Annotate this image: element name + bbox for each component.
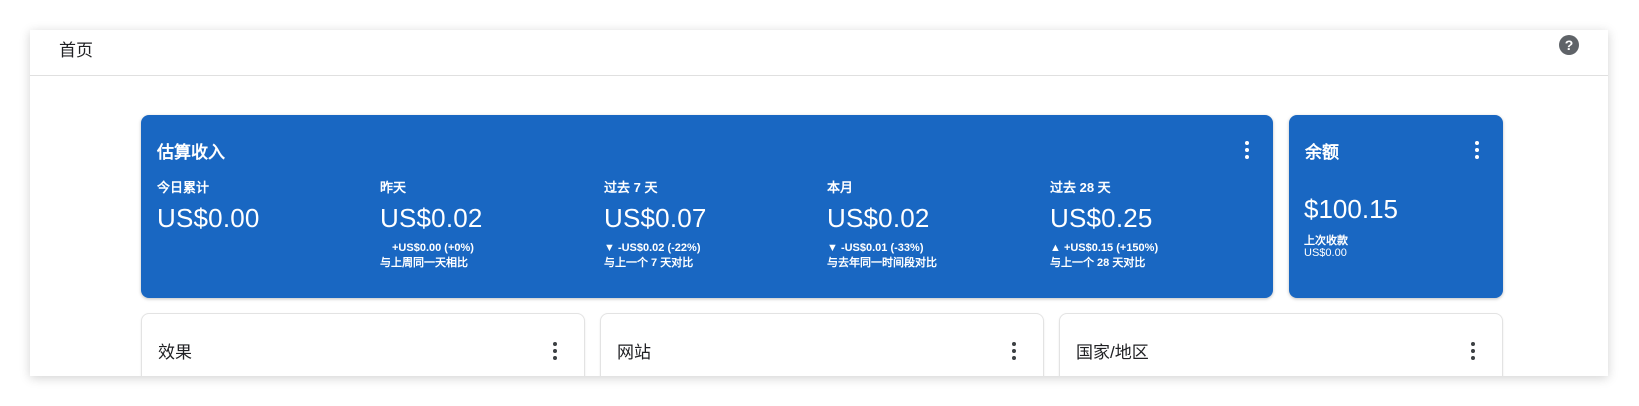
metric-yesterday: 昨天 US$0.02 +US$0.00 (+0%) 与上周同一天相比 (380, 177, 603, 271)
more-options-icon[interactable] (1241, 141, 1253, 159)
metric-label: 本月 (827, 180, 854, 195)
metric-change: ▲ +US$0.15 (+150%) (1050, 242, 1159, 254)
last-payment-label: 上次收款 (1304, 235, 1348, 247)
metric-compare: 与去年同一时间段对比 (827, 257, 937, 269)
metric-value: US$0.00 (157, 203, 260, 233)
metric-change: ▼ -US$0.01 (-33%) (827, 242, 924, 254)
metric-label: 过去 28 天 (1050, 180, 1111, 195)
metric-last-28-days: 过去 28 天 US$0.25 ▲ +US$0.15 (+150%) 与上一个 … (1050, 177, 1273, 271)
estimated-earnings-card: 估算收入 今日累计 US$0.00 昨天 US$0.02 +US$0.00 (+… (141, 115, 1273, 298)
more-options-icon[interactable] (1467, 342, 1479, 360)
metric-change: ▼ -US$0.02 (-22%) (604, 242, 701, 254)
metric-label: 昨天 (380, 180, 407, 195)
help-icon[interactable]: ? (1559, 35, 1579, 55)
metric-value: US$0.25 (1050, 203, 1153, 233)
card-title: 估算收入 (157, 143, 225, 162)
countries-card: 国家/地区 (1059, 313, 1503, 376)
sites-card: 网站 (600, 313, 1044, 376)
app-frame: 首页 ? 估算收入 今日累计 US$0.00 昨天 US$0.02 +US$0.… (30, 30, 1608, 376)
metric-value: US$0.07 (604, 203, 707, 233)
metric-label: 今日累计 (157, 180, 210, 195)
metric-compare: 与上一个 28 天对比 (1050, 257, 1146, 269)
metric-this-month: 本月 US$0.02 ▼ -US$0.01 (-33%) 与去年同一时间段对比 (827, 177, 1050, 271)
more-options-icon[interactable] (1008, 342, 1020, 360)
metric-value: US$0.02 (380, 203, 483, 233)
metric-today: 今日累计 US$0.00 (157, 177, 380, 234)
page-title: 首页 (59, 41, 93, 60)
card-title: 国家/地区 (1076, 343, 1149, 362)
balance-card: 余额 $100.15 上次收款 US$0.00 (1289, 115, 1503, 298)
metric-compare: 与上一个 7 天对比 (604, 257, 694, 269)
card-title: 网站 (617, 343, 651, 362)
performance-card: 效果 (141, 313, 585, 376)
balance-value: $100.15 (1304, 194, 1398, 224)
metric-value: US$0.02 (827, 203, 930, 233)
more-options-icon[interactable] (1471, 141, 1483, 159)
top-bar: 首页 ? (30, 30, 1608, 76)
more-options-icon[interactable] (549, 342, 561, 360)
card-title: 效果 (158, 343, 192, 362)
metric-compare: 与上周同一天相比 (380, 257, 468, 269)
metric-label: 过去 7 天 (604, 180, 658, 195)
metric-change: +US$0.00 (+0%) (392, 242, 474, 254)
last-payment-amount: US$0.00 (1304, 247, 1347, 259)
card-title: 余额 (1305, 143, 1339, 162)
metric-last-7-days: 过去 7 天 US$0.07 ▼ -US$0.02 (-22%) 与上一个 7 … (604, 177, 827, 271)
